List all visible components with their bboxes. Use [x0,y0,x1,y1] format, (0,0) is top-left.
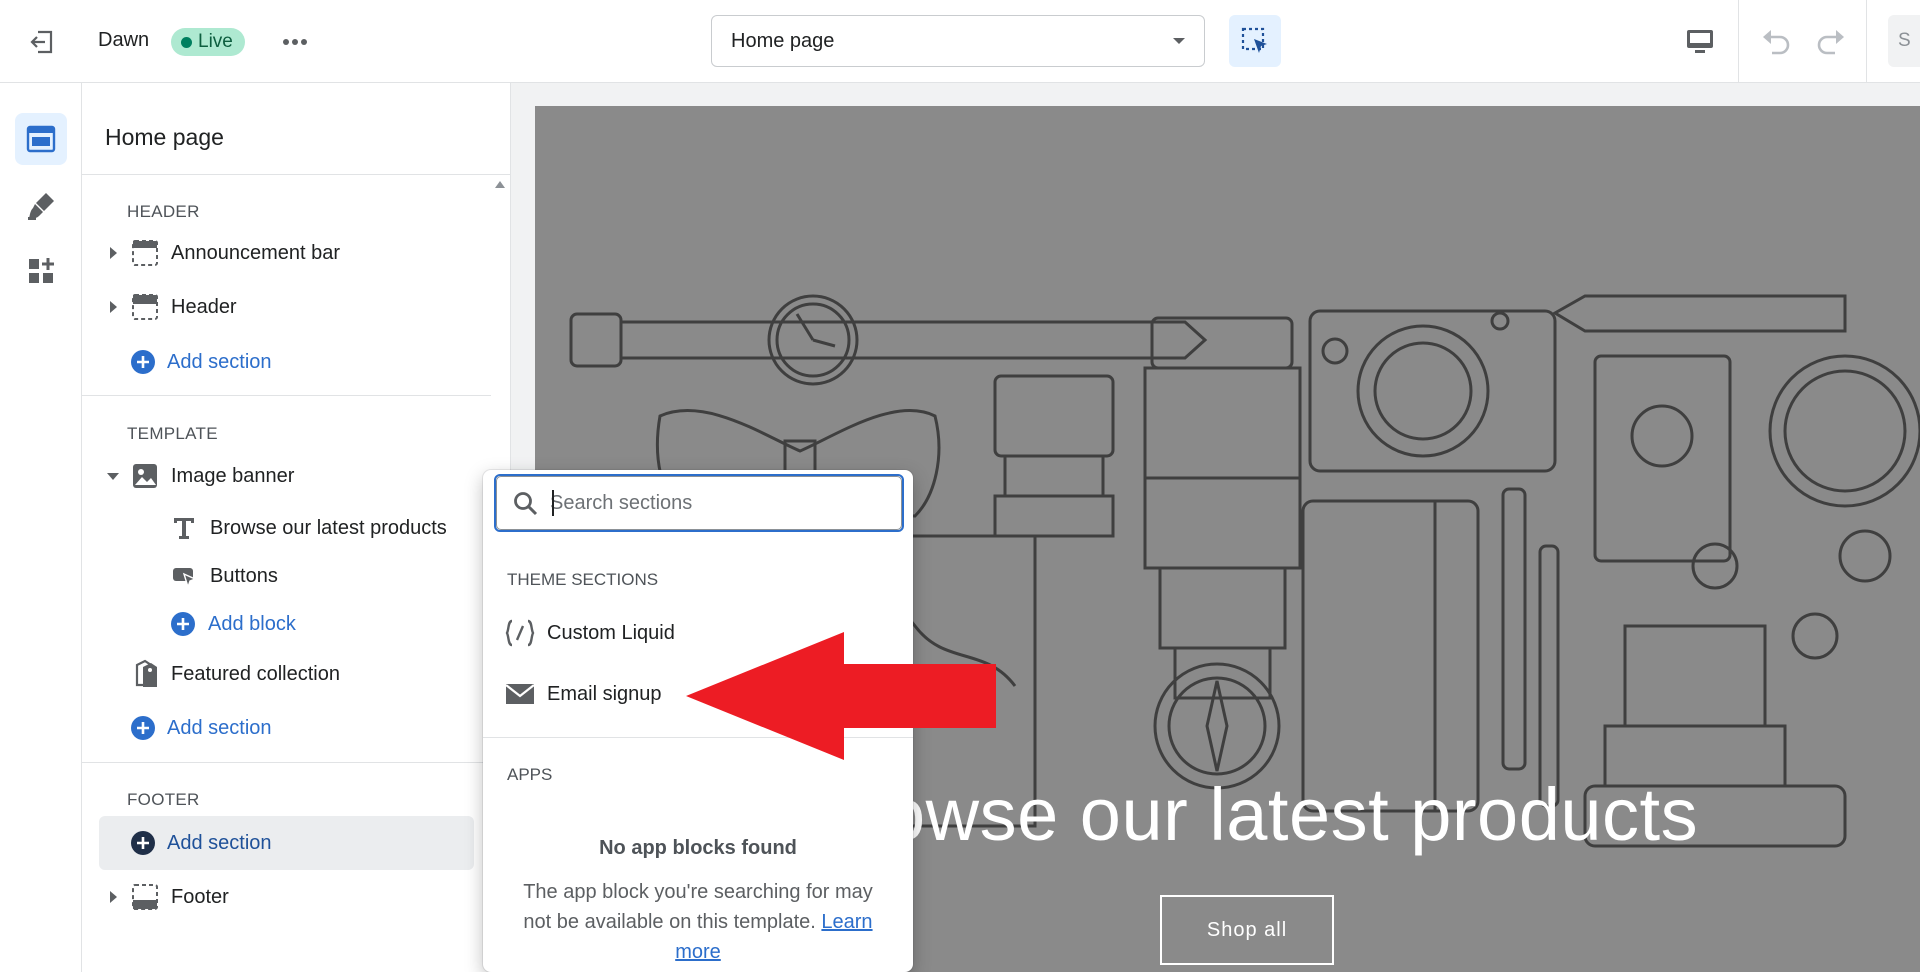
divider [82,174,511,175]
add-section-label: Add section [167,831,272,854]
divider [82,762,491,763]
header-section-icon [131,293,159,321]
section-label: Featured collection [171,662,340,685]
live-badge-label: Live [198,31,233,52]
block-label: Buttons [210,564,278,587]
rail-theme-settings-button[interactable] [15,180,67,232]
plus-circle-icon [131,350,155,374]
redo-button[interactable] [1810,22,1852,62]
apps-icon [29,258,54,283]
image-icon [131,462,159,490]
live-status-badge: Live [171,28,245,56]
save-button[interactable]: S [1888,15,1920,67]
plus-circle-icon [171,612,195,636]
toolbar-divider [1866,0,1867,83]
exit-icon [30,30,53,54]
add-section-header-button[interactable]: Add section [130,349,272,375]
group-label-footer: FOOTER [127,790,200,809]
block-buttons[interactable]: Buttons [170,562,278,590]
redo-icon [1817,30,1844,55]
footer-section-icon [131,883,159,911]
section-image-banner[interactable]: Image banner [105,462,294,490]
scroll-up-arrow-icon[interactable] [494,179,506,189]
inspector-toggle-button[interactable] [1229,15,1281,67]
theme-section-email-signup[interactable]: Email signup [505,682,662,706]
add-section-footer-button[interactable]: Add section [130,830,272,856]
section-label: Footer [171,885,229,908]
add-section-template-button[interactable]: Add section [130,715,272,741]
undo-button[interactable] [1755,22,1797,62]
group-label-header: HEADER [127,202,200,221]
add-section-label: Add section [167,350,272,373]
plus-circle-icon [131,716,155,740]
empty-state-title: No app blocks found [599,837,797,859]
undo-icon [1763,30,1790,55]
section-label: Announcement bar [171,241,341,264]
theme-section-label: Email signup [547,682,662,705]
theme-section-custom-liquid[interactable]: Custom Liquid [505,619,675,647]
section-footer[interactable]: Footer [105,883,229,911]
section-announcement-bar[interactable]: Announcement bar [105,239,340,267]
section-featured-collection[interactable]: Featured collection [131,659,340,688]
text-icon [170,514,198,542]
block-heading[interactable]: Browse our latest products [170,514,447,542]
announcement-bar-icon [131,239,159,267]
shop-all-button[interactable]: Shop all [1160,895,1334,965]
divider [82,395,491,396]
button-icon [170,562,198,590]
desktop-preview-button[interactable] [1680,22,1720,62]
empty-state-description: The app block you're searching for may n… [516,877,880,967]
theme-section-label: Custom Liquid [547,621,675,644]
add-block-label: Add block [208,612,296,635]
envelope-icon [505,684,535,704]
apps-label: APPS [507,765,553,784]
status-dot-icon [181,36,192,48]
sidebar-title: Home page [105,124,224,150]
sections-icon [26,125,56,153]
page-selector[interactable]: Home page [711,15,1205,67]
add-section-label: Add section [167,716,272,739]
add-block-button[interactable]: Add block [170,611,296,637]
text-cursor [552,490,554,516]
theme-sections-label: THEME SECTIONS [507,570,659,589]
search-sections-input[interactable] [550,486,890,520]
hero-heading: owse our latest products [884,773,1699,856]
select-cursor-icon [1241,27,1267,53]
collection-tag-icon [131,659,159,688]
rail-app-embeds-button[interactable] [15,245,67,297]
caret-right-icon[interactable] [105,889,121,905]
caret-right-icon[interactable] [105,299,121,315]
section-label: Header [171,295,237,318]
red-annotation-arrow-icon [686,632,996,760]
section-label: Image banner [171,464,295,487]
caret-right-icon[interactable] [105,245,121,261]
page-selector-value: Home page [731,29,835,52]
rail-sections-button[interactable] [15,113,67,165]
more-horizontal-icon [283,39,307,45]
caret-down-icon [1173,38,1185,44]
desktop-icon [1687,30,1713,53]
liquid-code-icon [505,619,535,647]
toolbar-divider [1738,0,1739,83]
group-label-template: TEMPLATE [127,424,218,443]
exit-button[interactable] [22,22,62,62]
caret-down-icon[interactable] [105,468,121,484]
section-header[interactable]: Header [105,293,237,321]
more-actions-button[interactable] [276,24,314,60]
block-label: Browse our latest products [210,516,447,539]
store-name: Dawn [98,29,150,51]
search-icon [514,492,538,516]
plus-circle-icon [131,831,155,855]
paintbrush-icon [28,193,54,220]
